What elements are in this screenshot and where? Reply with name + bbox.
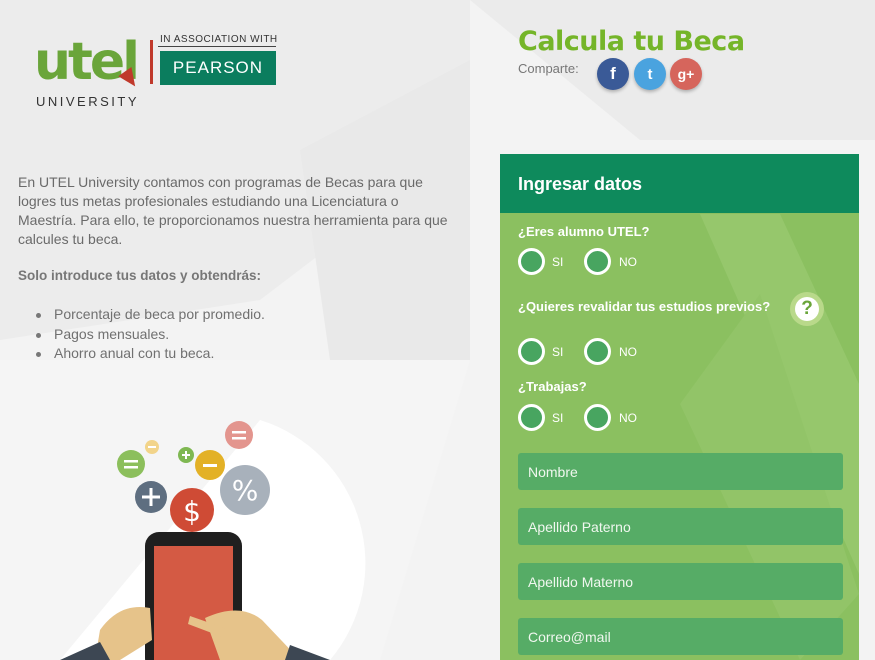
question-revalidar: ¿Quieres revalidar tus estudios previos? [518, 299, 771, 314]
revalidar-yes-label: SI [552, 345, 564, 359]
nombre-field[interactable] [518, 453, 843, 490]
alumno-yes-radio[interactable] [518, 248, 545, 275]
alumno-yes-label: SI [552, 255, 564, 269]
alumno-no-label: NO [619, 255, 637, 269]
help-icon: ? [795, 297, 819, 321]
page-title: Calcula tu Beca [518, 26, 745, 57]
apellido-materno-field[interactable] [518, 563, 843, 600]
svg-text:$: $ [183, 495, 201, 528]
form-header: Ingresar datos [500, 154, 859, 213]
email-field[interactable] [518, 618, 843, 655]
revalidar-no-radio[interactable] [584, 338, 611, 365]
trabajas-yes-label: SI [552, 411, 564, 425]
trabajas-no-label: NO [619, 411, 637, 425]
intro-bold-line: Solo introduce tus datos y obtendrás: [18, 268, 262, 283]
google-plus-icon[interactable]: g+ [670, 58, 702, 90]
apellido-paterno-field[interactable] [518, 508, 843, 545]
share-label: Comparte: [518, 61, 579, 76]
help-button[interactable]: ? [790, 292, 824, 326]
utel-pearson-logo[interactable]: utel UNIVERSITY IN ASSOCIATION WITH PEAR… [34, 30, 284, 115]
university-label: UNIVERSITY [36, 94, 140, 109]
list-item: Pagos mensuales. [36, 325, 265, 345]
equals-icon [117, 450, 145, 478]
list-item: Porcentaje de beca por promedio. [36, 305, 265, 325]
scholarship-form-panel: Ingresar datos ¿Eres alumno UTEL? SI NO … [500, 154, 859, 660]
twitter-icon[interactable]: t [634, 58, 666, 90]
finance-phone-illustration: $ % [60, 420, 366, 660]
trabajas-yes-radio[interactable] [518, 404, 545, 431]
revalidar-no-label: NO [619, 345, 637, 359]
intro-paragraph: En UTEL University contamos con programa… [18, 174, 448, 247]
question-trabajas: ¿Trabajas? [518, 379, 587, 394]
svg-text:%: % [232, 474, 259, 507]
association-line [158, 46, 276, 47]
utel-logo-text: utel [34, 32, 140, 92]
facebook-icon[interactable]: f [597, 58, 629, 90]
benefits-list: Porcentaje de beca por promedio. Pagos m… [36, 305, 265, 364]
revalidar-yes-radio[interactable] [518, 338, 545, 365]
form-title: Ingresar datos [518, 174, 643, 194]
list-item: Ahorro anual con tu beca. [36, 344, 265, 364]
trabajas-no-radio[interactable] [584, 404, 611, 431]
question-alumno: ¿Eres alumno UTEL? [518, 224, 650, 239]
pearson-badge: PEARSON [160, 51, 276, 85]
alumno-no-radio[interactable] [584, 248, 611, 275]
logo-divider [150, 40, 153, 84]
equals-pink-icon [225, 421, 253, 449]
association-label: IN ASSOCIATION WITH [160, 34, 278, 45]
